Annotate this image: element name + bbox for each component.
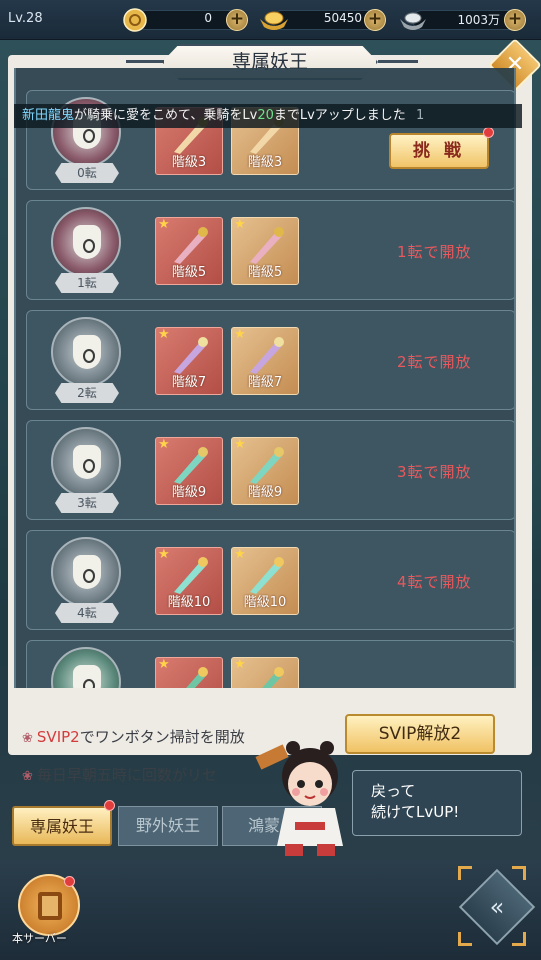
boss-avatar: [51, 537, 121, 607]
lotus-icon: ❀: [22, 731, 33, 746]
silver-ingot-icon: [400, 12, 426, 30]
svip-info-text: でワンボタン掃討を開放: [79, 728, 245, 746]
corner-bracket: [458, 932, 472, 946]
svip-level: SVIP2: [36, 728, 80, 746]
boss-row-3: 3転 ★ 階級9 ★ 階級9 3転で開放: [26, 420, 514, 520]
reward-item[interactable]: ★: [231, 657, 299, 688]
notification-dot: [483, 127, 494, 138]
reward-item[interactable]: ★: [155, 657, 223, 688]
broadcast-level: 20: [257, 108, 274, 123]
reward-item-label: 階級3: [247, 155, 283, 170]
tab-exclusive-boss[interactable]: 専属妖王: [12, 806, 112, 846]
coin-add-button[interactable]: +: [226, 9, 248, 31]
title-ornament-right: [378, 60, 418, 63]
corner-bracket: [512, 932, 526, 946]
unlock-status: 1転で開放: [397, 243, 472, 261]
reward-item[interactable]: ★ 階級5: [231, 217, 299, 285]
boss-avatar: [51, 427, 121, 497]
reward-item-label: 階級9: [171, 485, 207, 500]
unlock-status: 3転で開放: [397, 463, 472, 481]
svip-info: ❀ SVIP2でワンボタン掃討を開放: [22, 726, 245, 747]
reward-item[interactable]: ★ 階級9: [155, 437, 223, 505]
guide-speech-bubble[interactable]: 戻って 続けてLvUP!: [352, 770, 522, 836]
return-icon: «: [489, 893, 505, 921]
broadcast-tail: 1: [415, 108, 425, 123]
scroll-icon: [38, 892, 62, 920]
tenshi-label: 2転: [55, 383, 119, 403]
broadcast-marquee: 新田龍鬼が騎乗に愛をこめて、乗騎をLv20までLvアップしました 1: [14, 104, 522, 128]
reward-item[interactable]: ★ 階級10: [155, 547, 223, 615]
gold-resource: 50450 +: [258, 7, 388, 33]
top-status-bar: Lv.28 0 + 50450 + 1003万 +: [0, 0, 541, 40]
boss-row-2: 2転 ★ 階級7 ★ 階級7 2転で開放: [26, 310, 514, 410]
weapon-icon: [186, 667, 208, 688]
boss-row-4: 4転 ★ 階級10 ★ 階級10 4転で開放: [26, 530, 514, 630]
boss-avatar: [51, 647, 121, 688]
player-level: Lv.28: [8, 11, 43, 26]
boss-avatar: [51, 207, 121, 277]
reward-item-label: 階級5: [247, 265, 283, 280]
svip-unlock-button[interactable]: SVIP解放2: [345, 714, 495, 754]
corner-bracket: [458, 866, 472, 880]
gold-ingot-icon: [260, 11, 288, 30]
reward-item-label: 階級7: [247, 375, 283, 390]
tenshi-label: 0転: [55, 163, 119, 183]
reward-item[interactable]: ★ 階級7: [155, 327, 223, 395]
reward-item-label: 階級10: [167, 595, 211, 610]
tenshi-label: 1転: [55, 273, 119, 293]
notification-dot: [104, 800, 115, 811]
reward-item-label: 階級7: [171, 375, 207, 390]
boss-list[interactable]: 0転 階級3 階級3 挑 戦 1転 ★ 階級5 ★ 階級5 1転で開放 2転 ★…: [14, 68, 516, 688]
boss-avatar: [51, 317, 121, 387]
unlock-status: 4転で開放: [397, 573, 472, 591]
bubble-line-2: 続けてLvUP!: [371, 803, 460, 821]
server-label: 本サーバー: [12, 932, 67, 945]
reward-item[interactable]: ★ 階級9: [231, 437, 299, 505]
tab-field-boss[interactable]: 野外妖王: [118, 806, 218, 846]
silver-add-button[interactable]: +: [504, 9, 526, 31]
mascot-character: [255, 741, 343, 856]
gold-value: 50450: [323, 11, 362, 25]
reward-item[interactable]: ★ 階級7: [231, 327, 299, 395]
coin-value: 0: [204, 11, 212, 25]
reward-item-label: 階級3: [171, 155, 207, 170]
reward-item-label: 階級10: [243, 595, 287, 610]
tenshi-label: 4転: [55, 603, 119, 623]
broadcast-text-end: までLvアップしました: [273, 108, 406, 123]
notification-dot: [64, 876, 75, 887]
title-ornament-left: [126, 60, 166, 63]
coin-icon: [123, 8, 147, 32]
lotus-icon: ❀: [22, 769, 33, 784]
reward-item-label: 階級9: [247, 485, 283, 500]
broadcast-text: が騎乗に愛をこめて、乗騎をLv: [74, 108, 258, 123]
unlock-status: 2転で開放: [397, 353, 472, 371]
silver-resource: 1003万 +: [398, 7, 528, 33]
tenshi-label: 3転: [55, 493, 119, 513]
reward-item-label: 階級5: [171, 265, 207, 280]
gold-add-button[interactable]: +: [364, 9, 386, 31]
boss-row-5: ★ ★: [26, 640, 514, 688]
reward-item[interactable]: ★ 階級5: [155, 217, 223, 285]
reset-info: ❀ 毎日早朝五時に回数がリセ: [22, 764, 217, 785]
bubble-line-1: 戻って: [371, 782, 416, 800]
reset-info-text: 毎日早朝五時に回数がリセ: [36, 766, 217, 784]
corner-bracket: [512, 866, 526, 880]
weapon-icon: [262, 667, 284, 688]
coin-resource: 0 +: [122, 7, 250, 33]
reward-item[interactable]: ★ 階級10: [231, 547, 299, 615]
silver-value: 1003万: [457, 13, 500, 27]
challenge-button[interactable]: 挑 戦: [389, 133, 489, 169]
player-name: 新田龍鬼: [22, 108, 75, 123]
boss-row-1: 1転 ★ 階級5 ★ 階級5 1転で開放: [26, 200, 514, 300]
